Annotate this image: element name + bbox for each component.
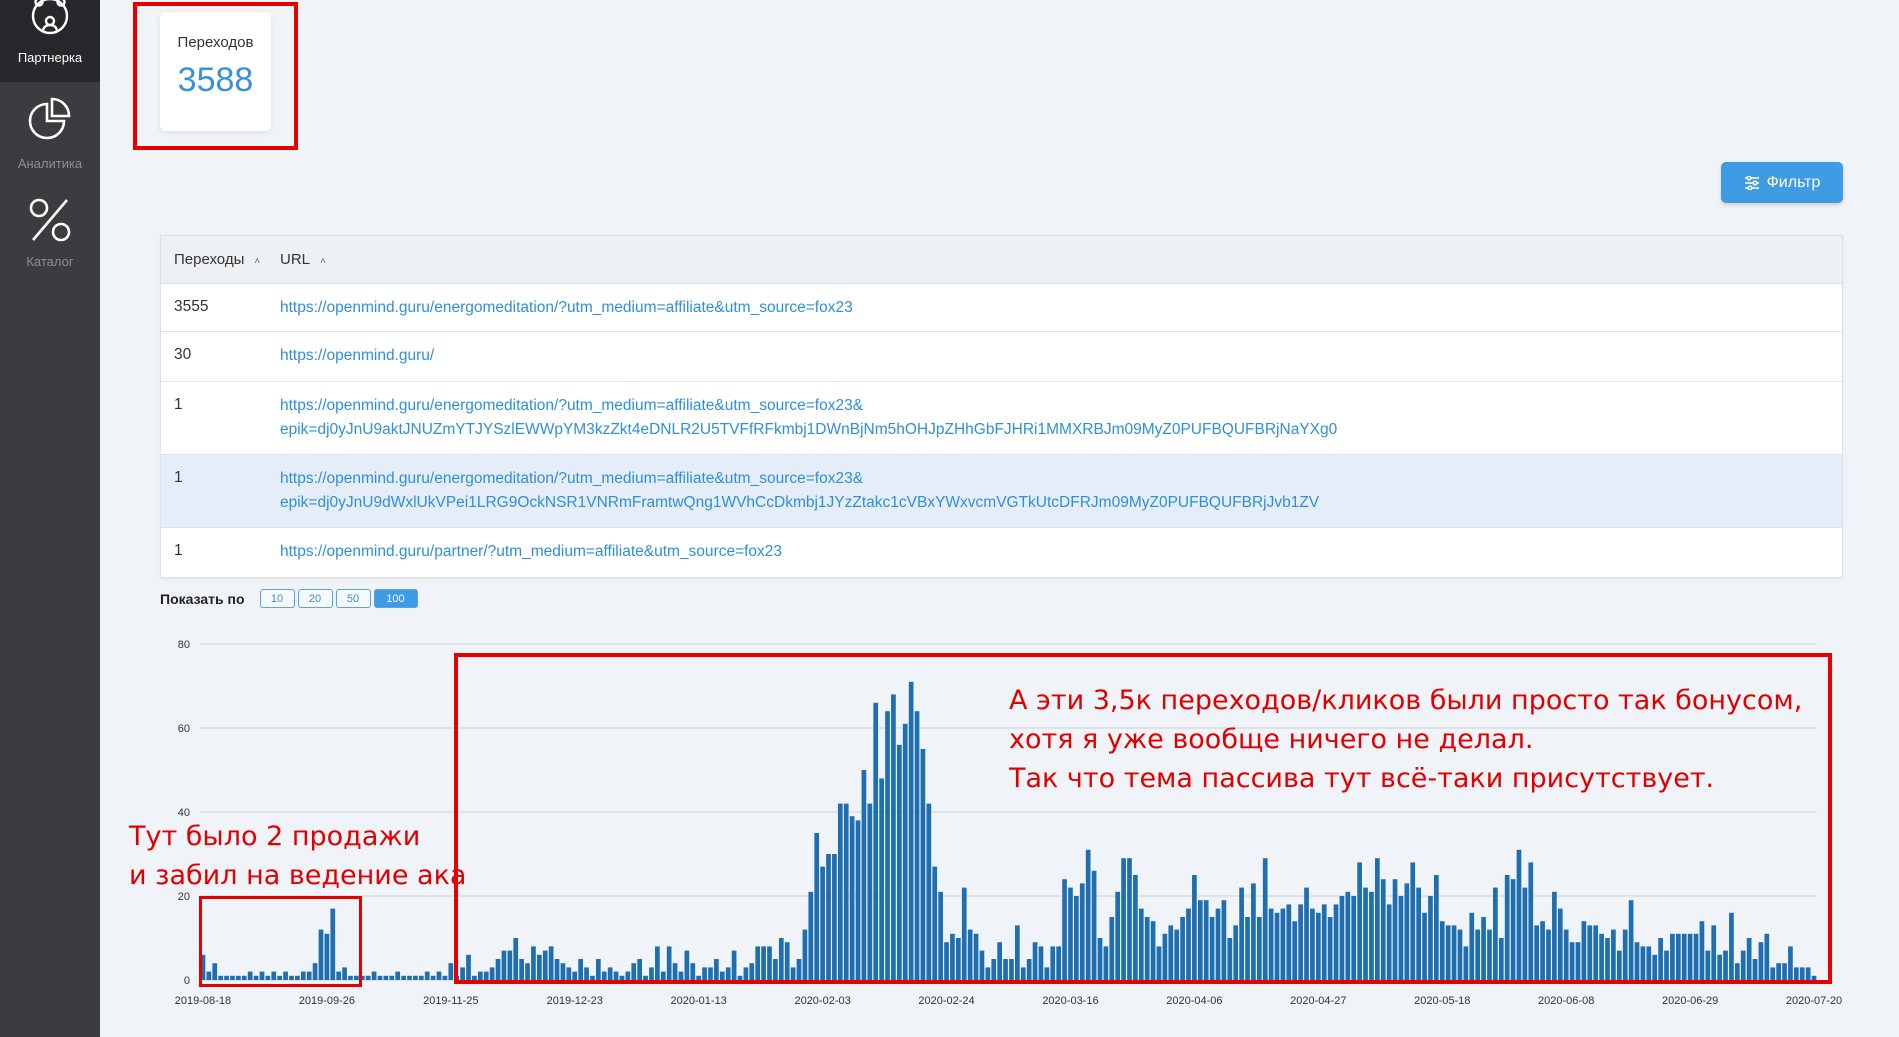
bar: [448, 963, 454, 980]
x-tick-label: 2020-05-18: [1414, 995, 1470, 1007]
bar: [395, 971, 401, 980]
bar: [401, 975, 406, 980]
bar: [436, 971, 442, 980]
bar: [377, 975, 383, 980]
bar: [413, 975, 418, 980]
y-tick-label: 0: [184, 975, 190, 987]
x-tick-label: 2020-06-08: [1538, 995, 1594, 1007]
x-tick-label: 2020-04-06: [1166, 995, 1222, 1007]
x-tick-label: 2020-04-27: [1290, 995, 1346, 1007]
bar: [383, 975, 389, 980]
bar: [430, 975, 436, 980]
x-tick-label: 2020-02-03: [794, 995, 850, 1007]
y-tick-label: 80: [178, 639, 190, 651]
x-tick-label: 2019-08-18: [175, 995, 231, 1007]
annotation-right: А эти 3,5к переходов/кликов были просто …: [1009, 685, 1803, 794]
x-tick-label: 2020-02-24: [918, 995, 974, 1007]
y-tick-label: 60: [178, 723, 190, 735]
x-tick-label: 2019-12-23: [547, 995, 603, 1007]
x-tick-label: 2020-07-20: [1786, 995, 1842, 1007]
x-tick-label: 2019-11-25: [423, 995, 478, 1007]
x-tick-label: 2019-09-26: [299, 995, 355, 1007]
bar: [407, 975, 412, 980]
x-tick-label: 2020-01-13: [671, 995, 727, 1007]
x-tick-label: 2020-03-16: [1042, 995, 1098, 1007]
bar: [442, 975, 448, 980]
bar: [371, 971, 377, 980]
bar: [389, 975, 395, 980]
bar: [365, 975, 371, 980]
bar: [418, 975, 424, 980]
annotation-left: Тут было 2 продажи и забил на ведение ак…: [129, 821, 467, 891]
highlight-box-sales: [199, 896, 362, 987]
x-tick-label: 2020-06-29: [1662, 995, 1718, 1007]
bar: [424, 971, 430, 980]
